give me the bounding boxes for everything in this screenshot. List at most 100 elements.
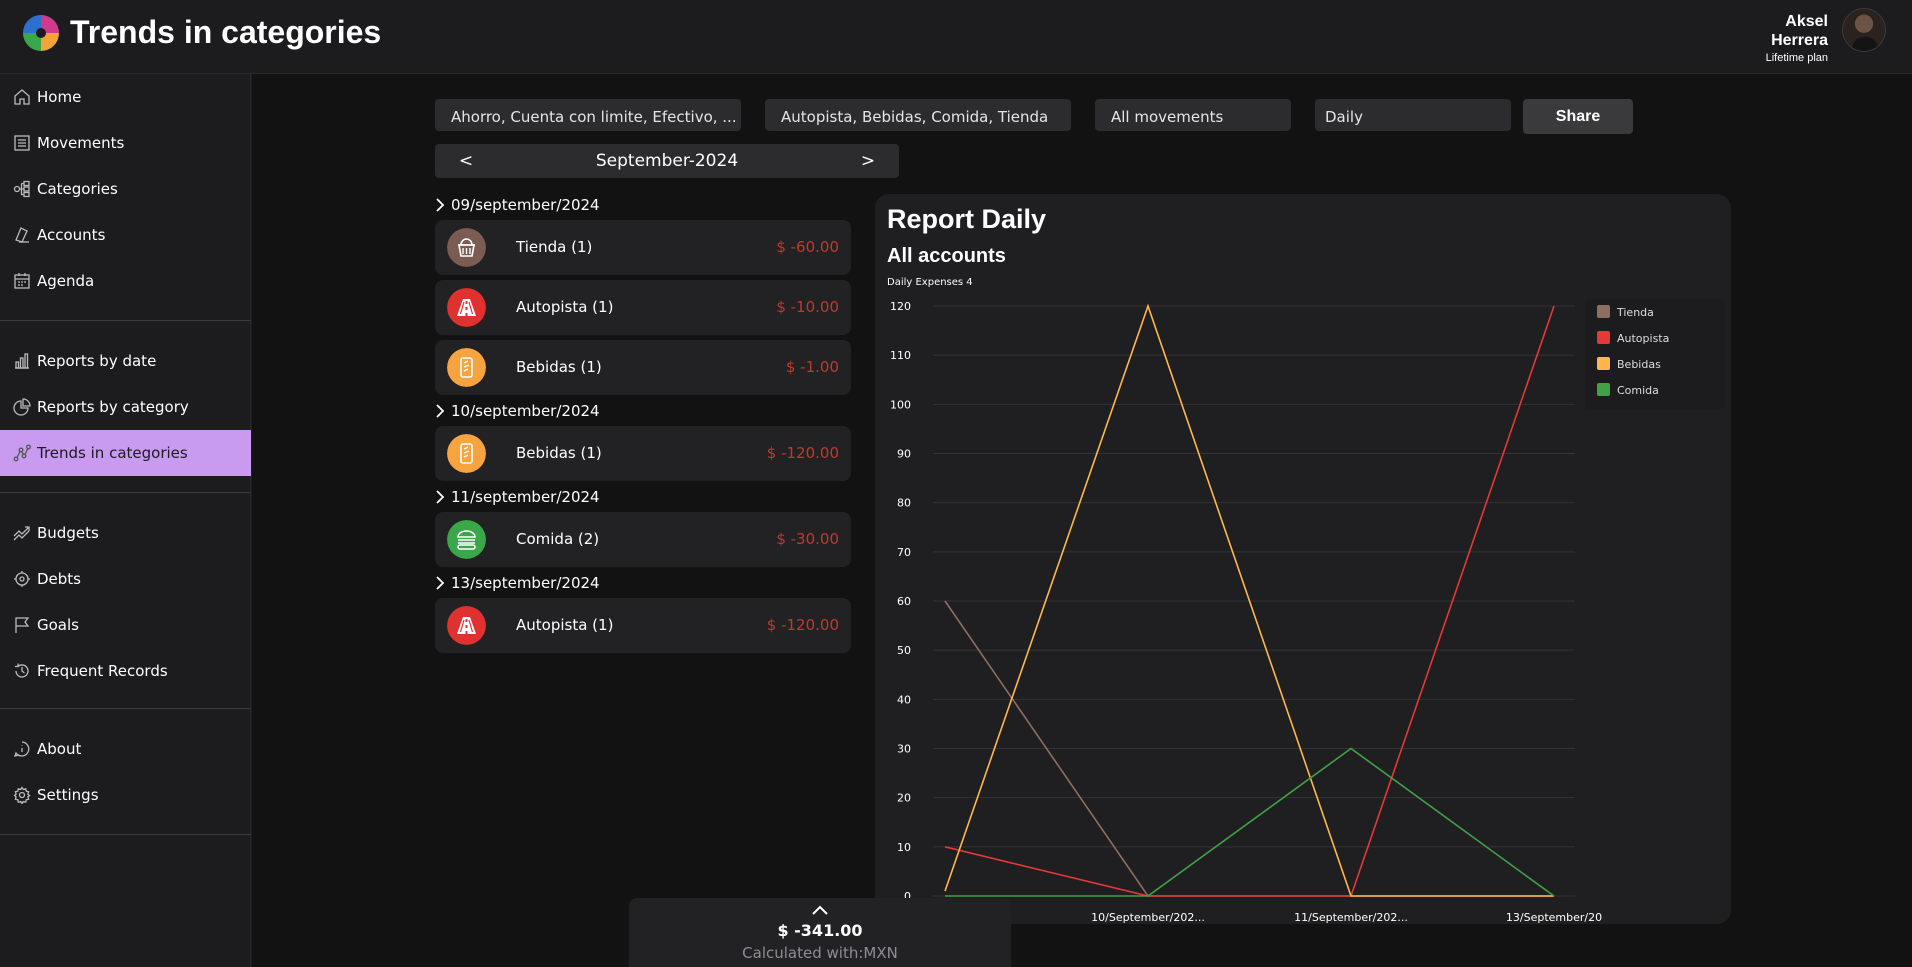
sidebar-item-label: Settings xyxy=(37,786,99,804)
currency-note: Calculated with:MXN xyxy=(742,944,898,962)
sidebar-item-categories[interactable]: Categories xyxy=(0,166,251,212)
movement-amount: $ -30.00 xyxy=(776,530,839,548)
legend-swatch xyxy=(1597,383,1610,396)
movement-row[interactable]: Autopista (1) $ -120.00 xyxy=(435,598,851,653)
prev-month-button[interactable]: < xyxy=(446,144,486,178)
plan-label: Lifetime plan xyxy=(1765,52,1828,64)
x-tick-label: 11/September/202... xyxy=(1294,911,1408,924)
sidebar-divider xyxy=(0,492,251,493)
highway-icon xyxy=(447,606,486,645)
sidebar-item-budgets[interactable]: Budgets xyxy=(0,510,251,556)
sidebar-item-debts[interactable]: Debts xyxy=(0,556,251,602)
legend-label: Bebidas xyxy=(1617,358,1661,371)
page-title: Trends in categories xyxy=(70,14,382,50)
sidebar-item-frequent-records[interactable]: Frequent Records xyxy=(0,648,251,694)
movement-type-select[interactable]: All movements xyxy=(1095,99,1291,131)
y-tick-label: 120 xyxy=(890,300,911,313)
period-select[interactable]: Daily xyxy=(1315,99,1511,131)
bar-chart-icon xyxy=(12,351,32,371)
sidebar-item-label: Budgets xyxy=(37,524,99,542)
y-tick-label: 40 xyxy=(897,693,911,706)
basket-icon xyxy=(447,228,486,267)
categories-filter-select[interactable]: Autopista, Bebidas, Comida, Tienda xyxy=(765,99,1071,131)
user-last-name: Herrera xyxy=(1771,32,1828,49)
y-tick-label: 50 xyxy=(897,644,911,657)
sidebar-item-trends-in-categories[interactable]: Trends in categories xyxy=(0,430,251,476)
movement-row[interactable]: Bebidas (1) $ -120.00 xyxy=(435,426,851,481)
movement-row[interactable]: Bebidas (1) $ -1.00 xyxy=(435,340,851,395)
gear-icon xyxy=(12,785,32,805)
sidebar-item-reports-by-category[interactable]: Reports by category xyxy=(0,384,251,430)
day-group-header[interactable]: 09/september/2024 xyxy=(435,194,600,216)
movement-row[interactable]: Tienda (1) $ -60.00 xyxy=(435,220,851,275)
movement-category: Tienda (1) xyxy=(516,238,593,256)
home-icon xyxy=(12,87,32,107)
legend-label: Tienda xyxy=(1616,306,1654,319)
pie-chart-icon xyxy=(12,397,32,417)
month-navigator: September-2024 < > xyxy=(435,144,899,178)
y-tick-label: 90 xyxy=(897,448,911,461)
user-info[interactable]: Aksel Herrera Lifetime plan xyxy=(1766,12,1828,64)
report-card: Report Daily All accounts Daily Expenses… xyxy=(875,194,1731,924)
sidebar-item-agenda[interactable]: Agenda xyxy=(0,258,251,304)
highway-icon xyxy=(447,288,486,327)
y-tick-label: 60 xyxy=(897,595,911,608)
movement-amount: $ -1.00 xyxy=(785,358,839,376)
avatar[interactable] xyxy=(1842,8,1886,52)
series-line-comida xyxy=(945,747,1555,897)
movement-category: Autopista (1) xyxy=(516,298,614,316)
movement-amount: $ -120.00 xyxy=(766,616,839,634)
y-tick-label: 100 xyxy=(890,398,911,411)
info-icon xyxy=(12,739,32,759)
accounts-filter-select[interactable]: Ahorro, Cuenta con limite, Efectivo, ... xyxy=(435,99,741,131)
sidebar-item-about[interactable]: About xyxy=(0,726,251,772)
legend-label: Comida xyxy=(1617,384,1659,397)
sidebar-item-label: Movements xyxy=(37,134,125,152)
share-button[interactable]: Share xyxy=(1523,99,1633,134)
chevron-right-icon xyxy=(436,576,445,590)
sidebar-item-label: Frequent Records xyxy=(37,662,168,680)
movement-category: Bebidas (1) xyxy=(516,444,602,462)
day-group-header[interactable]: 10/september/2024 xyxy=(435,400,600,422)
y-tick-label: 10 xyxy=(897,841,911,854)
y-tick-label: 70 xyxy=(897,546,911,559)
sidebar-item-movements[interactable]: Movements xyxy=(0,120,251,166)
wallet-icon xyxy=(12,225,32,245)
history-icon xyxy=(12,661,32,681)
chevron-right-icon xyxy=(436,490,445,504)
total-footer: $ -341.00 Calculated with:MXN xyxy=(629,898,1011,967)
trend-line-chart: 010203040506070809010011012010/September… xyxy=(890,299,1725,924)
movement-amount: $ -10.00 xyxy=(776,298,839,316)
day-date: 09/september/2024 xyxy=(451,196,600,214)
burger-icon xyxy=(447,520,486,559)
debt-icon xyxy=(12,569,32,589)
legend-label: Autopista xyxy=(1617,332,1669,345)
sidebar-item-settings[interactable]: Settings xyxy=(0,772,251,818)
sidebar: Home Movements Categories Accounts Agend… xyxy=(0,74,251,967)
x-tick-label: 10/September/202... xyxy=(1091,911,1205,924)
sidebar-item-accounts[interactable]: Accounts xyxy=(0,212,251,258)
sidebar-item-goals[interactable]: Goals xyxy=(0,602,251,648)
day-group-header[interactable]: 13/september/2024 xyxy=(435,572,600,594)
sidebar-item-label: Agenda xyxy=(37,272,95,290)
sidebar-divider xyxy=(0,834,251,835)
flag-icon xyxy=(12,615,32,635)
sidebar-item-label: Categories xyxy=(37,180,118,198)
sidebar-divider xyxy=(0,708,251,709)
sidebar-item-label: Accounts xyxy=(37,226,106,244)
sidebar-item-reports-by-date[interactable]: Reports by date xyxy=(0,338,251,384)
chevron-right-icon xyxy=(436,404,445,418)
drink-icon xyxy=(447,434,486,473)
sidebar-item-home[interactable]: Home xyxy=(0,74,251,120)
chevron-right-icon xyxy=(436,198,445,212)
chevron-up-icon[interactable] xyxy=(629,900,1011,918)
legend-swatch xyxy=(1597,331,1610,344)
day-group-header[interactable]: 11/september/2024 xyxy=(435,486,600,508)
sidebar-item-label: About xyxy=(37,740,82,758)
movement-row[interactable]: Comida (2) $ -30.00 xyxy=(435,512,851,567)
drink-icon xyxy=(447,348,486,387)
next-month-button[interactable]: > xyxy=(848,144,888,178)
y-tick-label: 20 xyxy=(897,792,911,805)
month-label: September-2024 xyxy=(595,151,739,171)
movement-row[interactable]: Autopista (1) $ -10.00 xyxy=(435,280,851,335)
